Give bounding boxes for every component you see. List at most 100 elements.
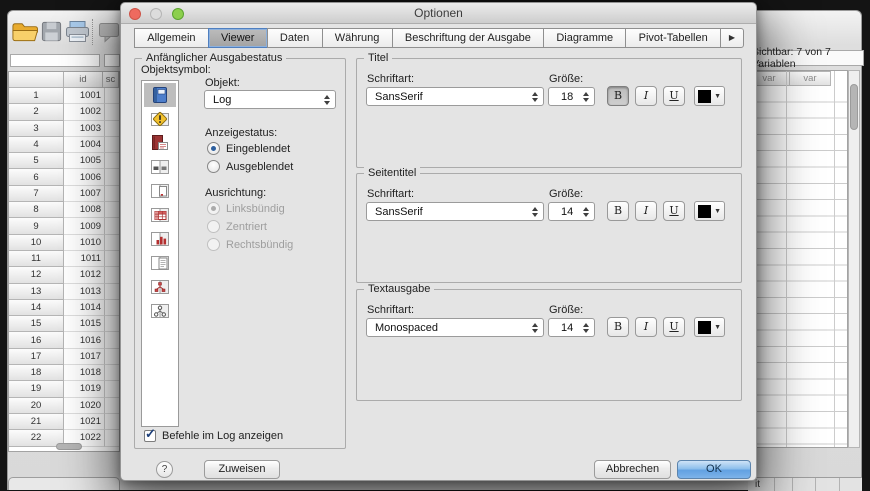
- id-cell[interactable]: 1020: [64, 397, 104, 414]
- open-folder-icon[interactable]: [11, 19, 39, 49]
- underline-button[interactable]: U: [663, 201, 685, 221]
- row-number-cell[interactable]: 19: [9, 380, 64, 398]
- partial-cell[interactable]: [104, 430, 119, 447]
- id-cell[interactable]: 1007: [64, 185, 104, 203]
- apply-button[interactable]: Zuweisen: [204, 460, 280, 479]
- row-number-cell[interactable]: 1: [9, 87, 64, 105]
- radio-button-icon[interactable]: [207, 160, 220, 173]
- partial-cell[interactable]: [104, 397, 119, 414]
- page-title-icon[interactable]: [144, 179, 176, 203]
- text-color-well[interactable]: ▼: [694, 317, 725, 337]
- partial-cell[interactable]: [104, 185, 119, 203]
- row-number-cell[interactable]: 3: [9, 119, 64, 137]
- vertical-scrollbar-thumb[interactable]: [850, 84, 858, 130]
- row-number-cell[interactable]: 21: [9, 412, 64, 431]
- partial-cell[interactable]: [104, 316, 119, 333]
- cell-reference-field[interactable]: [10, 54, 100, 67]
- partial-cell[interactable]: [104, 332, 119, 349]
- corner-header-cell[interactable]: [9, 72, 64, 88]
- minimize-window-button[interactable]: [150, 8, 163, 20]
- save-icon[interactable]: [40, 20, 63, 48]
- dialog-titlebar[interactable]: Optionen: [121, 3, 756, 24]
- font-size-stepper[interactable]: 14: [548, 318, 595, 337]
- partial-cell[interactable]: [104, 136, 119, 154]
- row-number-cell[interactable]: 15: [9, 315, 64, 333]
- partial-cell[interactable]: [104, 218, 119, 235]
- row-number-cell[interactable]: 14: [9, 298, 64, 317]
- options-tab[interactable]: Beschriftung der Ausgabe: [391, 28, 545, 48]
- partial-cell[interactable]: [104, 169, 119, 186]
- row-number-cell[interactable]: 11: [9, 249, 64, 268]
- tab-overflow-arrow-icon[interactable]: ▶: [720, 28, 744, 48]
- row-number-cell[interactable]: 9: [9, 217, 64, 235]
- options-tab[interactable]: Allgemein: [134, 28, 209, 48]
- row-number-cell[interactable]: 8: [9, 201, 64, 219]
- zoom-window-button[interactable]: [171, 8, 184, 20]
- id-cell[interactable]: 1010: [64, 234, 104, 251]
- print-icon[interactable]: [64, 19, 91, 49]
- options-tab[interactable]: Währung: [321, 28, 393, 48]
- italic-button[interactable]: I: [635, 86, 657, 106]
- object-icon-list[interactable]: [141, 80, 179, 427]
- cell-editor-field[interactable]: [104, 54, 120, 67]
- italic-button[interactable]: I: [635, 201, 657, 221]
- id-cell[interactable]: 1003: [64, 120, 104, 137]
- ok-button[interactable]: OK: [677, 460, 751, 479]
- row-number-cell[interactable]: 16: [9, 331, 64, 349]
- partial-cell[interactable]: [104, 234, 119, 251]
- partial-cell[interactable]: [104, 88, 119, 105]
- id-cell[interactable]: 1019: [64, 381, 104, 398]
- partial-cell[interactable]: [104, 348, 119, 366]
- bold-button[interactable]: B: [607, 86, 629, 106]
- row-number-cell[interactable]: 10: [9, 233, 64, 251]
- underline-button[interactable]: U: [663, 86, 685, 106]
- options-tab[interactable]: Viewer: [207, 28, 268, 48]
- partial-cell[interactable]: [104, 153, 119, 170]
- title-icon[interactable]: [144, 155, 176, 179]
- font-family-select[interactable]: SansSerif: [366, 202, 544, 221]
- row-number-cell[interactable]: 5: [9, 152, 64, 170]
- id-cell[interactable]: 1009: [64, 218, 104, 235]
- row-number-cell[interactable]: 7: [9, 184, 64, 203]
- options-tab[interactable]: Pivot-Tabellen: [625, 28, 721, 48]
- empty-grid-rows[interactable]: [749, 86, 847, 447]
- font-size-stepper[interactable]: 14: [548, 202, 595, 221]
- row-number-cell[interactable]: 12: [9, 266, 64, 284]
- log-icon[interactable]: [144, 83, 176, 107]
- id-cell[interactable]: 1004: [64, 136, 104, 154]
- show-commands-checkbox-row[interactable]: ✓ Befehle im Log anzeigen: [144, 426, 283, 442]
- chart-icon[interactable]: [144, 227, 176, 251]
- help-button[interactable]: ?: [156, 461, 173, 478]
- id-cell[interactable]: 1008: [64, 202, 104, 219]
- close-window-button[interactable]: [129, 8, 141, 20]
- partial-cell[interactable]: [104, 381, 119, 398]
- pivot-table-icon[interactable]: [144, 203, 176, 227]
- bold-button[interactable]: B: [607, 317, 629, 337]
- id-cell[interactable]: 1017: [64, 348, 104, 366]
- row-number-cell[interactable]: 18: [9, 364, 64, 382]
- column-header-var[interactable]: var: [789, 71, 831, 86]
- partial-cell[interactable]: [104, 365, 119, 382]
- id-cell[interactable]: 1006: [64, 169, 104, 186]
- options-tab[interactable]: Daten: [266, 28, 323, 48]
- partial-cell[interactable]: [104, 120, 119, 137]
- id-cell[interactable]: 1013: [64, 283, 104, 300]
- options-tab[interactable]: Diagramme: [543, 28, 627, 48]
- underline-button[interactable]: U: [663, 317, 685, 337]
- radio-hidden[interactable]: Ausgeblendet: [207, 160, 293, 173]
- id-cell[interactable]: 1015: [64, 316, 104, 333]
- notes-icon[interactable]: [144, 131, 176, 155]
- checkbox-icon[interactable]: ✓: [144, 426, 156, 442]
- tree-model-icon[interactable]: [144, 275, 176, 299]
- id-cell[interactable]: 1018: [64, 365, 104, 382]
- recall-dialog-icon[interactable]: [97, 20, 121, 48]
- text-output-icon[interactable]: [144, 251, 176, 275]
- column-header-id[interactable]: id: [63, 72, 103, 88]
- row-number-cell[interactable]: 2: [9, 103, 64, 121]
- id-cell[interactable]: 1005: [64, 153, 104, 170]
- bold-button[interactable]: B: [607, 201, 629, 221]
- tree-diagram-icon[interactable]: [144, 299, 176, 323]
- partial-cell[interactable]: [104, 299, 119, 317]
- partial-cell[interactable]: [104, 283, 119, 300]
- id-cell[interactable]: 1001: [64, 88, 104, 105]
